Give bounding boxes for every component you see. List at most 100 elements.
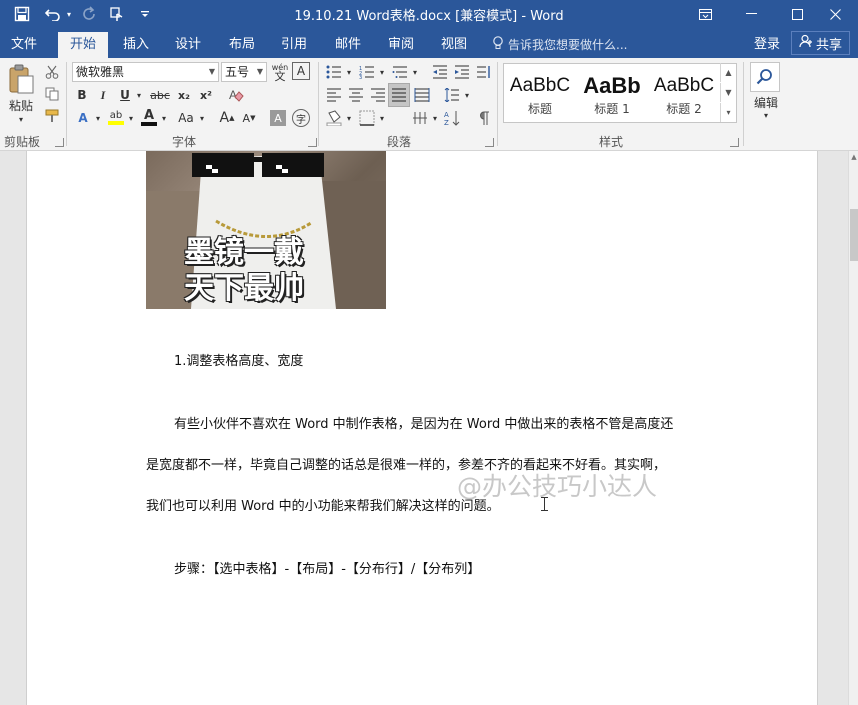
- paragraph-launcher-icon[interactable]: [485, 138, 494, 147]
- asian-layout-icon[interactable]: [410, 108, 430, 128]
- text-effects-dropdown-icon[interactable]: ▾: [93, 108, 103, 128]
- scroll-up-icon[interactable]: ▲: [849, 153, 858, 161]
- shading-icon[interactable]: [324, 108, 344, 128]
- svg-text:A: A: [229, 88, 237, 102]
- undo-dropdown-icon[interactable]: ▾: [64, 3, 74, 25]
- minimize-button[interactable]: [728, 0, 774, 28]
- highlight-button[interactable]: ab: [107, 108, 125, 128]
- login-link[interactable]: 登录: [754, 32, 780, 58]
- section-heading: 1.调整表格高度、宽度: [174, 354, 304, 369]
- style-title[interactable]: AaBbC 标题: [504, 64, 576, 122]
- borders-dropdown-icon[interactable]: ▾: [377, 108, 387, 128]
- font-color-button[interactable]: A: [140, 108, 158, 128]
- enclose-characters-button[interactable]: 字: [292, 109, 310, 127]
- shrink-font-button[interactable]: A ▼: [240, 108, 258, 128]
- align-right-icon[interactable]: [368, 85, 388, 105]
- increase-indent-icon[interactable]: [452, 62, 472, 82]
- tab-file[interactable]: 文件: [0, 32, 48, 58]
- bullets-dropdown-icon[interactable]: ▾: [344, 62, 354, 82]
- ribbon-display-options-button[interactable]: [682, 0, 728, 28]
- vertical-scrollbar[interactable]: ▲: [848, 151, 858, 705]
- sort-icon[interactable]: AZ: [442, 108, 462, 128]
- strikethrough-button[interactable]: abc: [149, 85, 171, 105]
- format-painter-icon[interactable]: [42, 106, 62, 126]
- undo-icon[interactable]: [42, 3, 64, 25]
- phonetic-guide-button[interactable]: wén 文: [270, 62, 290, 82]
- styles-scroll-up-icon[interactable]: ▲: [720, 63, 736, 82]
- meme-image[interactable]: 墨镜一戴 天下最帅: [146, 151, 386, 309]
- align-center-icon[interactable]: [346, 85, 366, 105]
- character-shading-button[interactable]: A: [270, 110, 286, 126]
- paste-button[interactable]: 粘贴: [4, 96, 38, 114]
- tab-insert[interactable]: 插入: [112, 32, 160, 58]
- scrollbar-thumb[interactable]: [850, 209, 858, 261]
- tell-me-search[interactable]: 告诉我您想要做什么...: [492, 34, 627, 54]
- find-search-icon[interactable]: [750, 62, 780, 92]
- justify-icon[interactable]: [388, 83, 410, 107]
- close-button[interactable]: [812, 0, 858, 28]
- show-marks-icon[interactable]: [474, 108, 494, 128]
- grow-font-button[interactable]: A ▲: [218, 108, 236, 128]
- text-effects-button[interactable]: A: [74, 108, 92, 128]
- tab-view[interactable]: 视图: [430, 32, 478, 58]
- font-name-value: 微软雅黑: [76, 65, 125, 79]
- decrease-indent-icon[interactable]: [430, 62, 450, 82]
- bullets-icon[interactable]: [324, 62, 344, 82]
- touch-mode-icon[interactable]: [106, 3, 128, 25]
- change-case-button[interactable]: Aa: [175, 108, 197, 128]
- italic-button[interactable]: I: [95, 85, 111, 105]
- font-color-dropdown-icon[interactable]: ▾: [159, 108, 169, 128]
- styles-more-icon[interactable]: ▾: [720, 103, 736, 122]
- clear-formatting-icon[interactable]: A: [226, 85, 246, 105]
- editing-dropdown-icon[interactable]: ▾: [760, 110, 772, 120]
- tab-mailings[interactable]: 邮件: [324, 32, 372, 58]
- tab-review[interactable]: 审阅: [377, 32, 425, 58]
- tab-design[interactable]: 设计: [164, 32, 212, 58]
- font-launcher-icon[interactable]: [308, 138, 317, 147]
- bold-button[interactable]: B: [74, 85, 90, 105]
- tab-references[interactable]: 引用: [270, 32, 318, 58]
- multilevel-dropdown-icon[interactable]: ▾: [410, 62, 420, 82]
- borders-icon[interactable]: [357, 108, 377, 128]
- cut-icon[interactable]: [42, 62, 62, 82]
- multilevel-list-icon[interactable]: [390, 62, 410, 82]
- svg-text:Z: Z: [444, 119, 449, 126]
- superscript-button[interactable]: x²: [196, 85, 216, 105]
- highlight-dropdown-icon[interactable]: ▾: [126, 108, 136, 128]
- shading-dropdown-icon[interactable]: ▾: [344, 108, 354, 128]
- distributed-icon[interactable]: [412, 85, 432, 105]
- shrink-font-label: A: [242, 111, 251, 125]
- styles-launcher-icon[interactable]: [730, 138, 739, 147]
- paste-dropdown-icon[interactable]: ▾: [14, 114, 28, 124]
- editing-button[interactable]: 编辑: [748, 94, 784, 110]
- share-button[interactable]: 共享: [791, 31, 850, 55]
- chinese-layout-icon[interactable]: [474, 62, 494, 82]
- style-heading-2[interactable]: AaBbC 标题 2: [648, 64, 720, 122]
- numbering-icon[interactable]: 123: [357, 62, 377, 82]
- paste-icon[interactable]: [4, 62, 38, 96]
- document-page[interactable]: 墨镜一戴 天下最帅 1.调整表格高度、宽度 有些小伙伴不喜欢在 Word 中制作…: [26, 151, 818, 705]
- numbering-dropdown-icon[interactable]: ▾: [377, 62, 387, 82]
- redo-icon[interactable]: [78, 3, 100, 25]
- save-icon[interactable]: [10, 3, 34, 25]
- font-size-combo[interactable]: 五号 ▼: [221, 62, 267, 82]
- styles-scroll-down-icon[interactable]: ▼: [720, 83, 736, 102]
- tab-layout[interactable]: 布局: [218, 32, 266, 58]
- copy-icon[interactable]: [42, 84, 62, 104]
- style-heading-1[interactable]: AaBb 标题 1: [576, 64, 648, 122]
- font-name-combo[interactable]: 微软雅黑 ▼: [72, 62, 219, 82]
- underline-dropdown-icon[interactable]: ▾: [134, 85, 144, 105]
- asian-layout-dropdown-icon[interactable]: ▾: [430, 108, 440, 128]
- subscript-button[interactable]: x₂: [174, 85, 194, 105]
- title-bar: ▾ 19.10.21 Word表格.docx [兼容模式] - Word: [0, 0, 858, 28]
- clipboard-launcher-icon[interactable]: [55, 138, 64, 147]
- line-spacing-dropdown-icon[interactable]: ▾: [462, 85, 472, 105]
- align-left-icon[interactable]: [324, 85, 344, 105]
- group-divider: [743, 62, 744, 146]
- tab-home[interactable]: 开始: [58, 32, 108, 58]
- change-case-dropdown-icon[interactable]: ▾: [197, 108, 207, 128]
- line-spacing-icon[interactable]: [442, 85, 462, 105]
- underline-button[interactable]: U: [117, 85, 133, 105]
- character-border-button[interactable]: A: [292, 62, 310, 80]
- customize-icon[interactable]: [138, 3, 152, 25]
